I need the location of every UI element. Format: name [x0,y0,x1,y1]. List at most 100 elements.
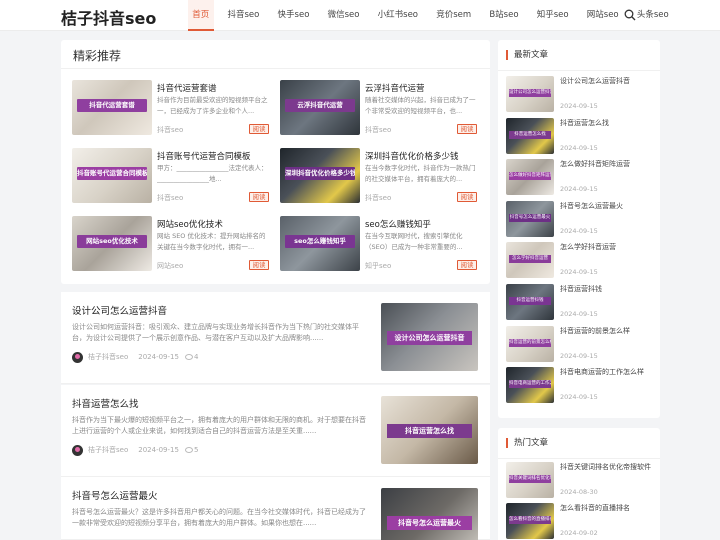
sidebar-thumbnail[interactable]: 抖音运营怎么找 [506,117,554,154]
sidebar-article-title[interactable]: 设计公司怎么运营抖音 [560,76,656,87]
featured-thumbnail[interactable]: 抖音代运营套谱 [72,80,152,135]
sidebar-article-title[interactable]: 怎么做好抖音矩阵运营 [560,159,656,170]
article-title[interactable]: 抖音运营怎么找 [72,396,139,410]
featured-item[interactable]: 抖音账号代运营合同模板 抖音账号代运营合同模板 甲方：_______________… [72,148,269,205]
divider [61,68,490,69]
sidebar-article[interactable]: 抖音运营怎么找 抖音运营怎么找 2024-09-15 [506,117,656,155]
thumbnail-caption: 怎么看抖音的直播排名 [509,516,551,524]
featured-item[interactable]: 网站seo优化技术 网站seo优化技术 网站 SEO 优化技术：提升网站排名的关键在… [72,216,269,273]
sidebar-article[interactable]: 抖音运营的前景怎么样 抖音运营的前景怎么样 2024-09-15 [506,325,656,363]
sidebar-article[interactable]: 设计公司怎么运营抖音 设计公司怎么运营抖音 2024-09-15 [506,76,656,113]
thumbnail-caption: 深圳抖音优化价格多少钱 [285,167,355,180]
sidebar-thumbnail[interactable]: 怎么看抖音的直播排名 [506,503,554,539]
sidebar-article[interactable]: 怎么看抖音的直播排名 怎么看抖音的直播排名 2024-09-02 [506,503,656,540]
read-button[interactable]: 阅读 [457,124,477,134]
sidebar-article-date: 2024-09-15 [560,310,598,318]
featured-thumbnail[interactable]: 抖音账号代运营合同模板 [72,148,152,203]
nav-item[interactable]: 首页 [188,0,214,31]
avatar[interactable] [72,444,83,456]
sidebar-article[interactable]: 怎么做好抖音矩阵运营 怎么做好抖音矩阵运营 2024-09-15 [506,159,656,196]
latest-articles-panel: 最新文章 设计公司怎么运营抖音 设计公司怎么运营抖音 2024-09-15 抖音运营怎… [498,40,660,418]
article-author[interactable]: 桔子抖音seo [88,352,128,362]
sidebar-article-title[interactable]: 怎么学好抖音运营 [560,242,656,253]
article-card[interactable]: 设计公司怎么运营抖音 设计公司如何运营抖音：吸引观众、建立品牌与实现业务增长抖音作… [61,292,490,384]
avatar[interactable] [72,351,83,363]
category-label[interactable]: 抖音seo [365,193,391,203]
article-thumbnail[interactable]: 设计公司怎么运营抖音 [381,303,478,371]
featured-thumbnail[interactable]: seo怎么赚钱知乎 [280,216,360,271]
article-card[interactable]: 抖音号怎么运营最火 抖音号怎么运营最火？这是许多抖音用户都关心的问题。在当今社交媒… [61,477,490,540]
nav-item[interactable]: 网站seo [582,0,622,31]
category-label[interactable]: 抖音seo [157,193,183,203]
featured-item-title[interactable]: 深圳抖音优化价格多少钱 [365,150,459,162]
nav-item[interactable]: B站seo [485,0,523,31]
sidebar-thumbnail[interactable]: 抖音电商运营的工作怎么样 [506,367,554,404]
read-button[interactable]: 阅读 [249,192,269,202]
featured-item-title[interactable]: seo怎么赚钱知乎 [365,218,431,230]
sidebar-article-title[interactable]: 抖音运营抖钱 [560,284,656,295]
thumbnail-caption: 抖音运营怎么找 [387,424,472,438]
article-author[interactable]: 桔子抖音seo [88,445,128,455]
sidebar-article[interactable]: 抖音电商运营的工作怎么样抖音电商运营的工作怎么样 2024-09-15 [506,367,656,404]
thumbnail-caption: 抖音号怎么运营最火 [387,516,472,530]
sidebar-article-title[interactable]: 抖音运营的前景怎么样 [560,326,656,337]
article-title[interactable]: 抖音号怎么运营最火 [72,488,158,502]
sidebar-thumbnail[interactable]: 设计公司怎么运营抖音 [506,76,554,112]
read-button[interactable]: 阅读 [457,260,477,270]
site-logo[interactable]: 桔子抖音seo [61,5,156,29]
thumbnail-caption: 抖音代运营套谱 [77,99,147,112]
sidebar-article-title[interactable]: 抖音关键词排名优化帝搜软件 [560,462,656,473]
thumbnail-caption: 设计公司怎么运营抖音 [509,89,551,97]
thumbnail-caption: 云浮抖音代运营 [285,99,355,112]
sidebar-article-title[interactable]: 怎么看抖音的直播排名 [560,503,656,514]
sidebar-thumbnail[interactable]: 抖音运营的前景怎么样 [506,325,554,362]
featured-item-title[interactable]: 云浮抖音代运营 [365,82,425,94]
featured-thumbnail[interactable]: 深圳抖音优化价格多少钱 [280,148,360,203]
search-icon[interactable] [624,9,636,21]
sidebar-article[interactable]: 怎么学好抖音运营 怎么学好抖音运营 2024-09-15 [506,242,656,279]
featured-item[interactable]: 云浮抖音代运营 云浮抖音代运营 随着社交媒体的兴起，抖音已成为了一个非常受欢迎的短视… [280,80,477,137]
nav-item[interactable]: 抖音seo [223,0,263,31]
sidebar-article[interactable]: 抖音关键词排名优化帝搜软件抖音关键词排名优化帝搜软件2024-08-30 [506,462,656,499]
featured-item[interactable]: 抖音代运营套谱 抖音代运营套谱 抖音作为目前最受欢迎的短视频平台之一，已经成为了许多… [72,80,269,137]
sidebar-thumbnail[interactable]: 怎么做好抖音矩阵运营 [506,159,554,196]
thumbnail-caption: 抖音运营怎么找 [509,130,551,139]
sidebar-article-title[interactable]: 抖音运营怎么找 [560,118,656,129]
sidebar-thumbnail[interactable]: 抖音号怎么运营最火 [506,200,554,237]
nav-item[interactable]: 头条seo [633,0,673,31]
sidebar-thumbnail[interactable]: 抖音关键词排名优化帝搜软件 [506,462,554,498]
category-label[interactable]: 抖音seo [365,125,391,135]
article-card[interactable]: 抖音运营怎么找 抖音作为当下最火爆的短视频平台之一，拥有着庞大的用户群体和无限的商… [61,385,490,477]
sidebar-article-title[interactable]: 抖音号怎么运营最火 [560,201,656,212]
featured-item-title[interactable]: 网站seo优化技术 [157,218,223,230]
category-label[interactable]: 抖音seo [157,125,183,135]
sidebar-thumbnail[interactable]: 抖音运营抖钱 [506,284,554,320]
read-button[interactable]: 阅读 [457,192,477,202]
nav-item[interactable]: 知乎seo [532,0,572,31]
featured-thumbnail[interactable]: 网站seo优化技术 [72,216,152,271]
read-button[interactable]: 阅读 [249,124,269,134]
article-title[interactable]: 设计公司怎么运营抖音 [72,303,167,317]
category-label[interactable]: 知乎seo [365,261,391,271]
sidebar-article-date: 2024-09-15 [560,393,598,402]
sidebar-article[interactable]: 抖音号怎么运营最火 抖音号怎么运营最火 2024-09-15 [506,200,656,238]
article-thumbnail[interactable]: 抖音号怎么运营最火 [381,488,478,540]
nav-item[interactable]: 小红书seo [373,0,422,31]
read-button[interactable]: 阅读 [249,260,269,270]
sidebar-article-title[interactable]: 抖音电商运营的工作怎么样 [560,367,656,378]
sidebar-thumbnail[interactable]: 怎么学好抖音运营 [506,242,554,279]
nav-item[interactable]: 竞价sem [432,0,476,31]
featured-item[interactable]: 深圳抖音优化价格多少钱 深圳抖音优化价格多少钱 在当今数字化时代，抖音作为一款热门的… [280,148,477,205]
nav-item[interactable]: 快手seo [273,0,313,31]
sidebar-article[interactable]: 抖音运营抖钱 抖音运营抖钱 2024-09-15 [506,284,656,321]
featured-thumbnail[interactable]: 云浮抖音代运营 [280,80,360,135]
thumbnail-caption: 抖音关键词排名优化帝搜软件 [509,475,551,483]
featured-item-title[interactable]: 抖音代运营套谱 [157,82,217,94]
sidebar-article-date: 2024-08-30 [560,488,598,496]
featured-item-title[interactable]: 抖音账号代运营合同模板 [157,150,251,162]
category-label[interactable]: 网站seo [157,261,183,271]
featured-item[interactable]: seo怎么赚钱知乎 seo怎么赚钱知乎 在当今互联网时代，搜索引擎优化（SEO）已成… [280,216,477,273]
thumbnail-caption: 抖音运营抖钱 [509,297,551,305]
article-thumbnail[interactable]: 抖音运营怎么找 [381,396,478,464]
nav-item[interactable]: 微信seo [323,0,363,31]
